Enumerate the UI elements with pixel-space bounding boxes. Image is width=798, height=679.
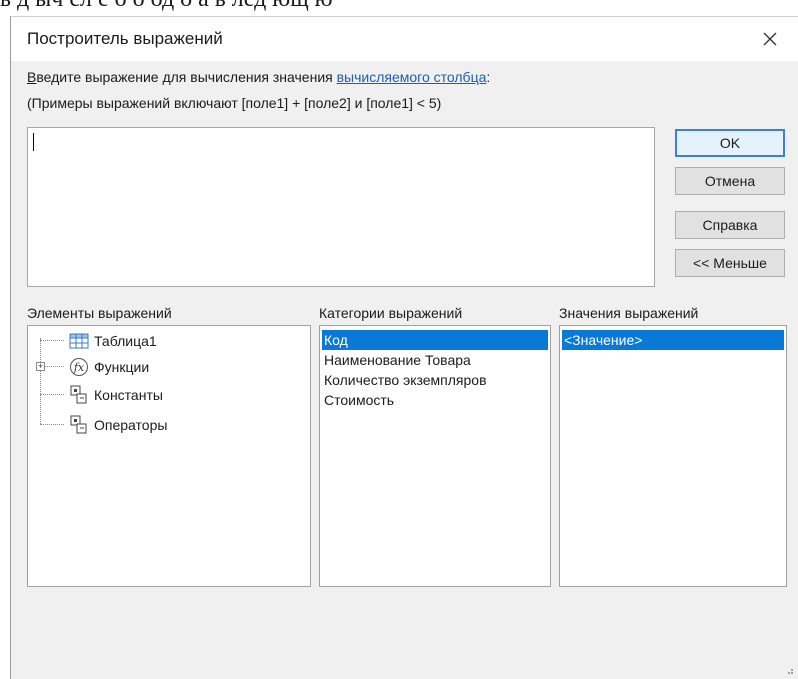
tree-branch [45, 366, 64, 367]
expression-categories-list[interactable]: Код Наименование Товара Количество экзем… [319, 325, 551, 587]
expression-values-list[interactable]: <Значение> [559, 325, 787, 587]
tree-item-constants[interactable]: Константы [68, 384, 163, 406]
expression-elements-tree[interactable]: + Таблица1 fx Функции Константы Оператор… [27, 325, 311, 587]
expression-input[interactable] [27, 127, 655, 287]
values-label: Значения выражений [559, 305, 699, 321]
less-button[interactable]: << Меньше [675, 249, 785, 277]
tree-item-label: Функции [94, 359, 150, 375]
prompt-label: Введите выражение для вычисления значени… [27, 69, 490, 85]
help-button[interactable]: Справка [675, 211, 785, 239]
tree-item-operators[interactable]: Операторы [68, 414, 167, 436]
value-item[interactable]: <Значение> [562, 330, 784, 350]
operators-icon [68, 415, 90, 435]
tree-item-label: Операторы [94, 417, 168, 433]
calculated-column-link[interactable]: вычисляемого столбца [337, 69, 487, 85]
prompt-text: ведите выражение для вычисления значения [36, 69, 337, 85]
tree-item-label: Таблица1 [94, 333, 157, 349]
tree-branch [40, 424, 64, 425]
title-bar[interactable]: Построитель выражений [11, 17, 798, 61]
tree-item-label: Константы [94, 387, 163, 403]
prompt-suffix: : [486, 69, 491, 85]
close-button[interactable] [752, 21, 788, 57]
elements-label: Элементы выражений [27, 305, 172, 321]
text-caret [33, 133, 34, 151]
background-document-text: ь д ыч сл е о о од о а ь лед ющ ю [0, 0, 798, 16]
resize-grip-icon[interactable] [784, 665, 794, 675]
tree-item-table1[interactable]: Таблица1 [68, 330, 157, 352]
tree-connector [40, 338, 41, 424]
ok-button[interactable]: OK [675, 129, 785, 157]
table-icon [68, 331, 90, 351]
constants-icon [68, 385, 90, 405]
tree-item-functions[interactable]: fx Функции [68, 356, 149, 378]
function-icon: fx [68, 357, 90, 377]
category-item-kod[interactable]: Код [322, 330, 548, 350]
tree-container: + Таблица1 fx Функции Константы Оператор… [28, 326, 310, 586]
cancel-button[interactable]: Отмена [675, 167, 785, 195]
prompt-access-key: В [27, 69, 37, 85]
svg-text:fx: fx [73, 361, 85, 374]
expand-functions-toggle[interactable]: + [36, 362, 45, 371]
close-icon [763, 32, 777, 46]
expression-builder-dialog: Построитель выражений Введите выражение … [10, 16, 798, 679]
category-item-cost[interactable]: Стоимость [322, 390, 548, 410]
category-item-name[interactable]: Наименование Товара [322, 350, 548, 370]
category-item-quantity[interactable]: Количество экземпляров [322, 370, 548, 390]
tree-branch [40, 394, 64, 395]
dialog-title: Построитель выражений [27, 29, 223, 48]
example-text: (Примеры выражений включают [поле1] + [п… [27, 95, 442, 111]
categories-label: Категории выражений [319, 305, 463, 321]
tree-branch [40, 340, 64, 341]
page: ь д ыч сл е о о од о а ь лед ющ ю Постро… [0, 0, 798, 679]
